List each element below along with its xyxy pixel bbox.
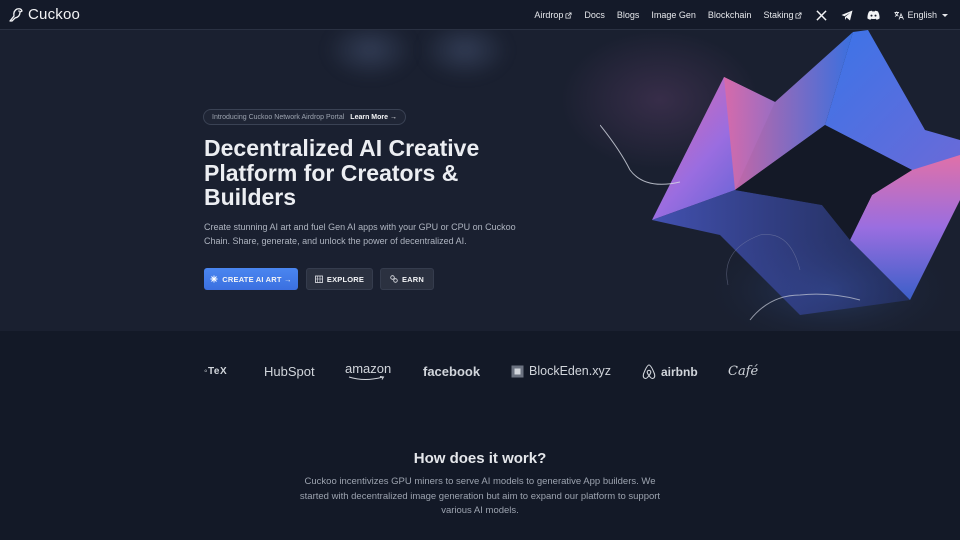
x-icon (816, 9, 828, 21)
airbnb-logo-icon (642, 364, 656, 380)
explore-label: EXPLORE (326, 274, 365, 284)
language-label: English (907, 10, 937, 20)
how-it-works-title: How does it work? (413, 450, 547, 467)
amazon-wordmark: amazon (345, 361, 392, 376)
hero-star-illustration (600, 30, 960, 331)
badge-text: Introducing Cuckoo Network Airdrop Porta… (212, 113, 345, 121)
earn-label: EARN (401, 274, 425, 284)
hero-title: Decentralized AI Creative Platform for C… (204, 135, 480, 210)
hero-subtitle: Create stunning AI art and fuel Gen AI a… (204, 222, 516, 246)
cuckoo-bird-icon (9, 7, 23, 22)
partner-logo-airbnb: airbnb (642, 364, 698, 380)
partner-logo-otex: ◦TeX (204, 366, 228, 377)
coins-icon (390, 275, 398, 283)
nav-link-label: Airdrop (534, 10, 564, 20)
x-twitter-link[interactable] (816, 9, 828, 21)
chevron-down-icon (942, 13, 948, 17)
nav-links: Airdrop Docs Blogs Image Gen Blockchain … (522, 0, 948, 30)
language-selector[interactable]: English (894, 10, 948, 20)
airbnb-wordmark: airbnb (661, 365, 698, 379)
explore-button[interactable]: EXPLORE (306, 268, 373, 290)
earn-button[interactable]: EARN (380, 268, 434, 290)
sparkle-icon (210, 275, 218, 283)
partner-logo-amazon: amazon (345, 361, 391, 381)
external-link-icon (795, 11, 802, 19)
telegram-link[interactable] (841, 10, 853, 21)
background-glow (325, 30, 415, 80)
gallery-icon (314, 275, 323, 283)
learn-more-link[interactable]: Learn More → (350, 114, 397, 121)
partner-logos: ◦TeX HubSpot amazon facebook BlockEden.x… (0, 331, 960, 411)
nav-link-image-gen[interactable]: Image Gen (651, 10, 696, 20)
partner-logo-cafe: Café (728, 364, 759, 379)
background-glow (420, 30, 510, 80)
blockeden-logo-icon (511, 365, 524, 377)
nav-link-label: Staking (763, 10, 794, 20)
amazon-smile-icon (348, 376, 385, 380)
nav-link-docs[interactable]: Docs (584, 10, 605, 20)
announcement-badge: Introducing Cuckoo Network Airdrop Porta… (203, 109, 406, 125)
hero-section: Introducing Cuckoo Network Airdrop Porta… (0, 30, 960, 331)
translate-icon (894, 11, 905, 20)
external-link-icon (565, 11, 572, 19)
partner-logo-facebook: facebook (423, 364, 481, 379)
blockeden-wordmark: BlockEden.xyz (529, 364, 611, 378)
discord-link[interactable] (867, 10, 881, 20)
top-nav: Cuckoo Airdrop Docs Blogs Image Gen Bloc… (0, 0, 960, 30)
nav-link-blockchain[interactable]: Blockchain (708, 10, 752, 20)
create-ai-art-label: CREATE AI ART → (222, 274, 292, 284)
nav-link-staking[interactable]: Staking (763, 10, 802, 20)
create-ai-art-button[interactable]: CREATE AI ART → (204, 268, 298, 290)
nav-link-blogs[interactable]: Blogs (617, 10, 640, 20)
partner-logo-blockeden: BlockEden.xyz (511, 364, 611, 378)
partner-logo-hubspot: HubSpot (264, 364, 315, 379)
nav-link-airdrop[interactable]: Airdrop (534, 10, 572, 20)
telegram-icon (841, 10, 853, 20)
discord-icon (867, 10, 881, 20)
how-it-works-description: Cuckoo incentivizes GPU miners to serve … (299, 476, 661, 516)
logo[interactable]: Cuckoo (8, 6, 80, 23)
logo-text: Cuckoo (28, 6, 81, 23)
